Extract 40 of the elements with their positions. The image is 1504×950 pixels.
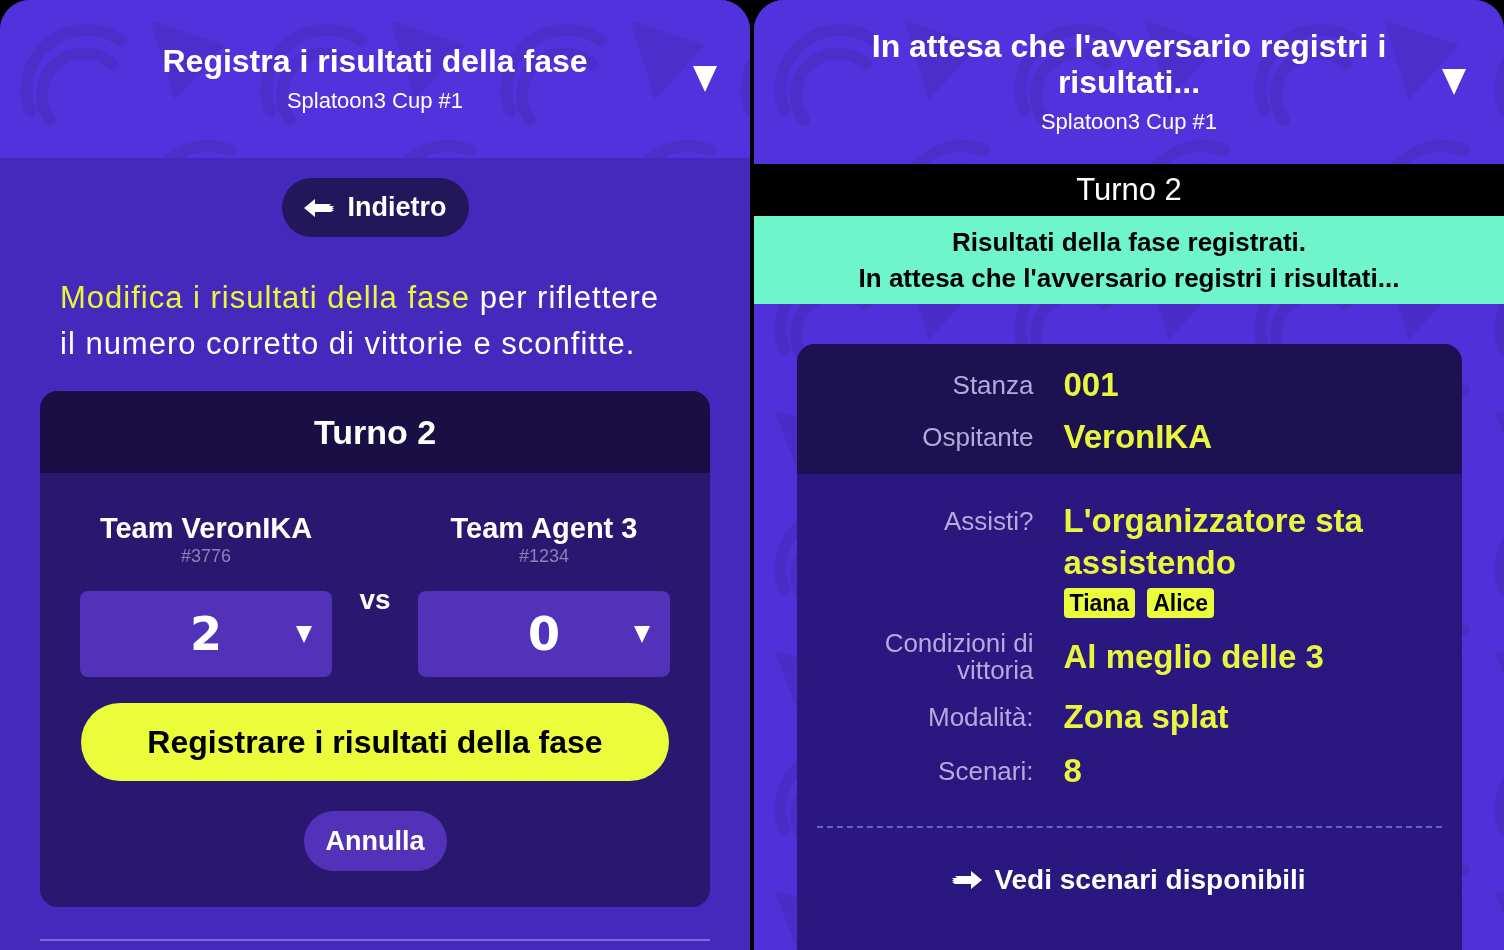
tournament-subtitle: Splatoon3 Cup #1 <box>1040 108 1218 136</box>
tournament-subtitle: Splatoon3 Cup #1 <box>286 87 464 115</box>
info-value: Al meglio delle 3 <box>1063 637 1325 677</box>
score-select[interactable]: 2 <box>80 591 332 677</box>
round-heading: Turno 2 <box>754 164 1504 216</box>
info-label: Ospitante <box>921 421 1034 454</box>
stages-link[interactable]: Vedi scenari disponibili <box>952 864 1306 896</box>
submit-button[interactable]: Registrare i risultati della fase <box>81 703 669 781</box>
info-value: 001 <box>1063 365 1120 405</box>
assistant-tag: Tiana <box>1063 588 1136 618</box>
team-tag: #1234 <box>518 545 570 567</box>
screen-title: Registra i risultati della fase <box>162 43 588 79</box>
info-label: Assisti? <box>942 505 1034 538</box>
versus-label: vs <box>359 584 391 616</box>
team-tag: #3776 <box>180 545 232 567</box>
status-message: In attesa che l'avversario registri i risultati... <box>858 262 1400 295</box>
screen-title: In attesa che l'avversario registri i risultati... <box>870 28 1388 100</box>
caret-down-icon[interactable] <box>693 66 717 92</box>
info-value: L'organizzatore sta assistendo <box>1063 501 1364 583</box>
back-button[interactable]: Indietro <box>281 178 469 237</box>
cancel-button[interactable]: Annulla <box>303 811 447 871</box>
info-label: Modalità: <box>927 703 1034 731</box>
arrow-right-icon <box>952 871 983 889</box>
caret-down-icon <box>634 625 650 643</box>
arrow-left-icon <box>303 198 334 217</box>
score-select[interactable]: 0 <box>418 591 670 677</box>
instructions-text: Modifica i risultati della fase per riflettere il numero corretto di vittorie e sconfitte. <box>60 279 661 363</box>
status-message: Risultati della fase registrati. <box>952 226 1306 259</box>
info-label: Condizioni di vittoria <box>883 630 1034 684</box>
info-label: Stanza <box>951 369 1034 402</box>
team-name: Team VeronIKA <box>99 511 313 545</box>
info-value: VeronIKA <box>1063 417 1214 457</box>
caret-down-icon <box>296 625 312 643</box>
assistant-tag: Alice <box>1147 588 1215 618</box>
caret-down-icon[interactable] <box>1442 69 1466 95</box>
round-title: Turno 2 <box>313 412 437 452</box>
info-value: 8 <box>1063 751 1083 791</box>
info-value: Zona splat <box>1063 697 1230 737</box>
team-name: Team Agent 3 <box>450 511 638 545</box>
info-label: Scenari: <box>937 757 1034 785</box>
